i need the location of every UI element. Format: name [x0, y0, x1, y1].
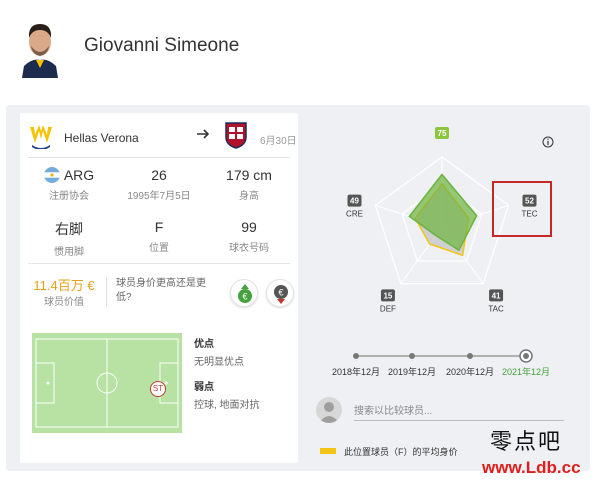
stat-position: F 位置	[114, 219, 204, 254]
timeline-dot[interactable]	[409, 353, 415, 359]
cagliari-logo[interactable]	[224, 121, 248, 149]
player-header: Giovanni Simeone	[0, 0, 600, 96]
argentina-flag-icon	[43, 167, 60, 183]
position-badge: ST	[150, 381, 166, 397]
radar-value-att: 75	[438, 129, 447, 138]
vote-lower-button[interactable]: €	[266, 279, 294, 307]
player-name: Giovanni Simeone	[84, 35, 240, 56]
legend-text: 此位置球员（F）的平均身价	[344, 447, 458, 457]
foot-label: 惯用脚	[54, 247, 84, 258]
position-pitch: ST	[32, 333, 182, 433]
timeline-dot[interactable]	[353, 353, 359, 359]
stat-nationality: ARG 注册协会	[24, 167, 114, 202]
height-value: 179 cm	[226, 167, 272, 183]
svg-text:€: €	[242, 292, 247, 302]
euro-down-icon: €	[274, 285, 288, 304]
tec-highlight-box	[492, 181, 552, 237]
age-value: 26	[151, 167, 167, 183]
traits-panel: 优点 无明显优点 弱点 控球, 地面对抗	[194, 335, 294, 421]
euro-up-icon: €	[238, 284, 252, 303]
foot-value: 右脚	[55, 221, 83, 237]
radar-value-def: 15	[383, 291, 392, 300]
compare-player-row	[316, 395, 566, 425]
divider	[28, 263, 290, 264]
radar-value-cre: 49	[350, 197, 359, 206]
hellas-verona-logo[interactable]	[28, 121, 54, 150]
position-value: F	[154, 219, 164, 235]
svg-text:€: €	[278, 288, 283, 298]
transfer-date: 6月30日	[260, 136, 297, 147]
vertical-divider	[106, 277, 107, 307]
radar-label-tac: 41 TAC	[488, 289, 504, 313]
watermark-url: www.Ldb.cc	[482, 458, 581, 477]
season-timeline: 2018年12月 2019年12月 2020年12月 2021年12月	[330, 349, 550, 379]
arrow-right-icon	[196, 127, 210, 141]
stat-foot: 右脚 惯用脚	[24, 219, 114, 258]
player-avatar	[18, 12, 62, 78]
radar-label-cre: 49 CRE	[346, 194, 363, 219]
attributes-panel: 75ATT52TEC41TAC15DEF49CRE 2018年12月 2019年…	[306, 113, 586, 463]
market-value-label: 球员价值	[44, 297, 84, 308]
user-avatar-icon	[316, 397, 342, 423]
market-value: 11.4百万 €	[33, 278, 95, 293]
timeline-label-active[interactable]: 2021年12月	[500, 365, 552, 378]
stat-shirt: 99 球衣号码	[204, 219, 294, 254]
height-label: 身高	[239, 191, 259, 202]
vote-higher-button[interactable]: €	[230, 279, 258, 307]
radar-label-att: 75ATT	[435, 127, 449, 139]
birthdate-label: 1995年7月5日	[127, 191, 191, 202]
radar-key-tac: TAC	[488, 304, 504, 313]
radar-key-cre: CRE	[346, 210, 363, 219]
market-value-row: 11.4百万 € 球员价值 球员身价更高还是更低? € €	[20, 273, 298, 313]
radar-value-tac: 41	[492, 291, 501, 300]
nationality-value: ARG	[63, 167, 95, 183]
position-label: 位置	[149, 243, 169, 254]
from-club-name[interactable]: Hellas Verona	[64, 131, 139, 145]
stat-age: 26 1995年7月5日	[114, 167, 204, 202]
strengths-text: 无明显优点	[194, 357, 244, 368]
shirt-label: 球衣号码	[229, 243, 269, 254]
player-info-panel: Hellas Verona 6月30日 ARG 注册协会 26 1995年7月5…	[20, 113, 298, 463]
divider	[28, 157, 290, 158]
radar-label-def: 15 DEF	[380, 289, 396, 313]
player-card: Hellas Verona 6月30日 ARG 注册协会 26 1995年7月5…	[6, 105, 590, 471]
timeline-dot[interactable]	[467, 353, 473, 359]
radar-player-polygon	[408, 173, 478, 252]
timeline-track	[353, 349, 533, 363]
timeline-label[interactable]: 2020年12月	[444, 365, 496, 378]
weaknesses-text: 控球, 地面对抗	[194, 400, 260, 411]
radar-key-def: DEF	[380, 304, 396, 313]
strengths-title: 优点	[194, 339, 214, 350]
shirt-value: 99	[241, 219, 257, 235]
transfer-row: Hellas Verona 6月30日	[20, 113, 298, 157]
compare-search-input[interactable]	[354, 403, 564, 421]
timeline-label[interactable]: 2019年12月	[386, 365, 438, 378]
nationality-label: 注册协会	[49, 191, 89, 202]
watermark-text: 零点吧	[490, 430, 563, 455]
legend-swatch	[320, 448, 336, 454]
timeline-label[interactable]: 2018年12月	[330, 365, 382, 378]
weaknesses-title: 弱点	[194, 382, 214, 393]
stat-height: 179 cm 身高	[204, 167, 294, 202]
value-question: 球员身价更高还是更低?	[116, 278, 206, 303]
